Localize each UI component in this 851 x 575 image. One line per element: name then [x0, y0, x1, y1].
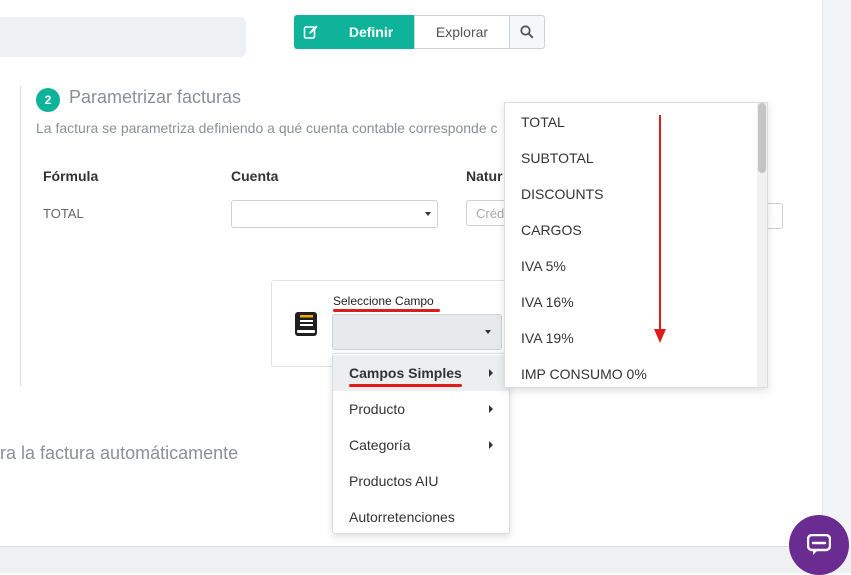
submenu-scroll-thumb[interactable] — [758, 103, 766, 173]
chevron-down-icon — [485, 330, 491, 334]
book-icon — [295, 312, 317, 336]
menu-item-autorretenciones[interactable]: Autorretenciones — [333, 499, 509, 535]
chat-icon — [807, 534, 831, 555]
field-picker-label: Seleccione Campo — [333, 294, 434, 308]
submenu-item[interactable]: IVA 16% — [505, 284, 757, 320]
submenu-item[interactable]: DISCOUNTS — [505, 176, 757, 212]
chevron-right-icon — [489, 441, 493, 449]
annotation-arrow-down — [654, 115, 666, 343]
chat-widget-button[interactable] — [789, 515, 849, 575]
explore-button[interactable]: Explorar — [414, 15, 509, 49]
background-step-text: ra la factura automáticamente — [0, 443, 239, 463]
menu-item-producto[interactable]: Producto — [333, 391, 509, 427]
step-timeline-line — [20, 86, 21, 386]
chevron-right-icon — [489, 369, 493, 377]
submenu-item[interactable]: IVA 19% — [505, 320, 757, 356]
submenu-item[interactable]: SUBTOTAL — [505, 140, 757, 176]
step-description: La factura se parametriza definiendo a q… — [36, 120, 498, 136]
right-gutter — [822, 0, 851, 572]
nature-input[interactable]: Créd — [466, 200, 504, 226]
column-header-formula: Fórmula — [43, 168, 99, 184]
define-button[interactable]: Definir — [328, 15, 414, 49]
edit-button[interactable] — [294, 15, 328, 49]
menu-item-label: Campos Simples — [349, 365, 462, 381]
field-category-menu: Campos Simples Producto Categoría Produc… — [332, 353, 510, 534]
menu-item-label: Producto — [349, 401, 406, 417]
search-icon — [520, 25, 534, 39]
account-select[interactable] — [231, 200, 438, 228]
menu-item-productos-aiu[interactable]: Productos AIU — [333, 463, 509, 499]
column-header-account: Cuenta — [231, 168, 279, 184]
chevron-down-icon — [425, 212, 431, 216]
formula-cell: TOTAL — [43, 206, 84, 221]
menu-item-label: Categoría — [349, 437, 411, 453]
submenu-item[interactable]: TOTAL — [505, 104, 757, 140]
submenu-item[interactable]: IVA 5% — [505, 248, 757, 284]
column-header-nature: Natur — [466, 168, 503, 184]
menu-item-label: Autorretenciones — [349, 509, 455, 525]
edit-icon — [303, 25, 318, 39]
mode-segmented-control: Definir Explorar — [294, 15, 545, 49]
field-select[interactable] — [332, 314, 502, 350]
submenu-item[interactable]: CARGOS — [505, 212, 757, 248]
simple-fields-submenu: TOTAL SUBTOTAL DISCOUNTS CARGOS IVA 5% I… — [504, 102, 768, 388]
search-button[interactable] — [509, 15, 545, 49]
annotation-underline-label — [333, 309, 440, 312]
submenu-item[interactable]: IMP CONSUMO 0% — [505, 356, 757, 387]
bottom-bar — [0, 546, 851, 573]
annotation-underline-menu — [349, 384, 462, 387]
menu-item-categoria[interactable]: Categoría — [333, 427, 509, 463]
top-search-field[interactable] — [0, 17, 246, 57]
chevron-right-icon — [489, 405, 493, 413]
step-title: Parametrizar facturas — [69, 87, 242, 107]
step-number-badge: 2 — [36, 88, 60, 112]
menu-item-label: Productos AIU — [349, 473, 439, 489]
